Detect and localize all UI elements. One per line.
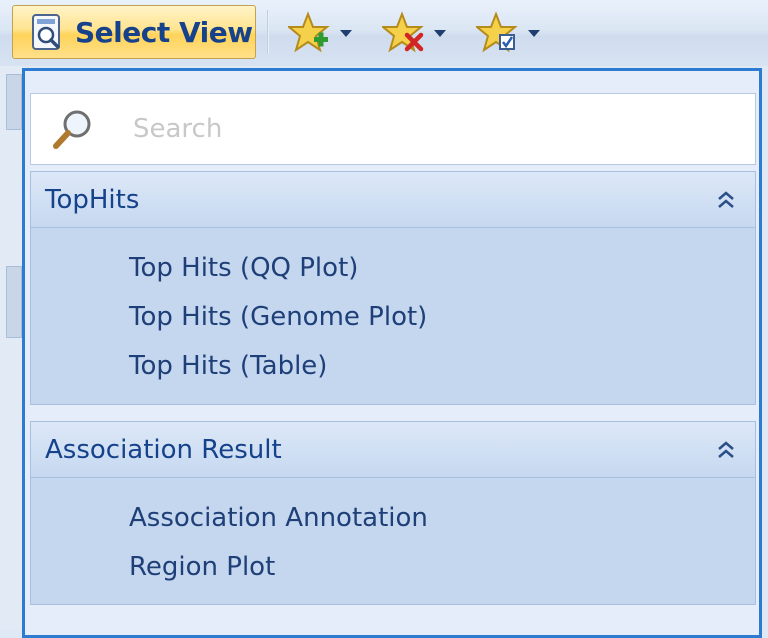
toolbar-separator [267, 10, 269, 54]
remove-favorite-icon [382, 11, 424, 53]
add-favorite-icon [288, 11, 330, 53]
manage-favorites-icon [476, 11, 518, 53]
search-input[interactable] [131, 113, 695, 145]
add-favorite-button[interactable] [288, 10, 352, 56]
list-item[interactable]: Top Hits (Table) [31, 342, 755, 391]
manage-favorites-button[interactable] [476, 10, 540, 56]
remove-favorite-button[interactable] [382, 10, 446, 56]
view-selector-icon [32, 14, 60, 50]
group-association-result: Association Result Association Annotatio… [30, 421, 756, 605]
list-item[interactable]: Top Hits (QQ Plot) [31, 244, 755, 293]
list-item[interactable]: Association Annotation [31, 494, 755, 543]
group-header[interactable]: TopHits [31, 172, 755, 228]
group-header[interactable]: Association Result [31, 422, 755, 478]
group-title: Association Result [45, 434, 282, 465]
toolbar: Select View [0, 0, 768, 66]
chevron-double-up-icon[interactable] [713, 187, 739, 213]
list-item[interactable]: Top Hits (Genome Plot) [31, 293, 755, 342]
background-control [6, 74, 22, 130]
view-selector-dropdown: TopHits Top Hits (QQ Plot) Top Hits (Gen… [22, 68, 762, 638]
select-view-button[interactable]: Select View [12, 5, 256, 59]
background-control [6, 266, 22, 338]
chevron-down-icon[interactable] [340, 29, 352, 37]
select-view-label: Select View [75, 15, 253, 49]
background-panel-edge [0, 66, 22, 629]
chevron-down-icon[interactable] [434, 29, 446, 37]
search-icon [53, 110, 91, 149]
group-tophits: TopHits Top Hits (QQ Plot) Top Hits (Gen… [30, 171, 756, 405]
search-box [30, 93, 756, 165]
chevron-double-up-icon[interactable] [713, 437, 739, 463]
chevron-down-icon[interactable] [528, 29, 540, 37]
list-item[interactable]: Region Plot [31, 543, 755, 592]
group-title: TopHits [45, 184, 140, 215]
